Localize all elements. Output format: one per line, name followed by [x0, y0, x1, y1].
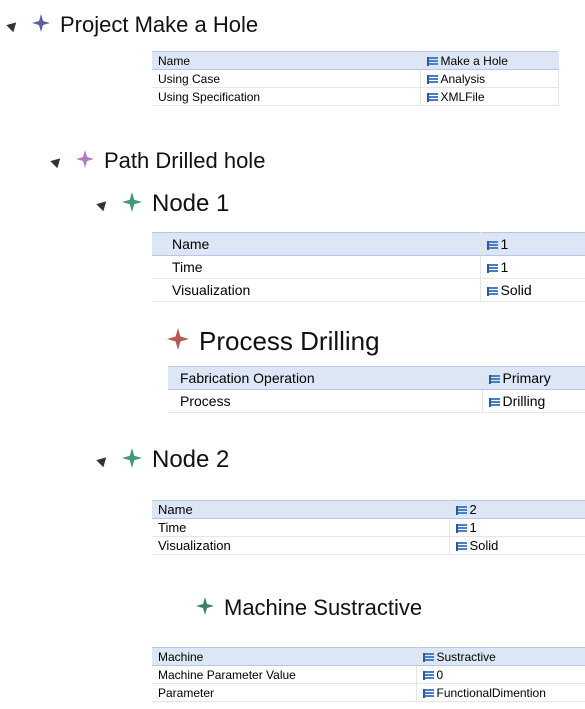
collapse-triangle-icon[interactable] — [50, 154, 64, 168]
property-value[interactable]: 0 — [416, 665, 585, 684]
value-icon — [486, 287, 498, 296]
table-row[interactable]: Process Drilling — [168, 389, 585, 413]
property-name: Visualization — [152, 278, 481, 302]
value-icon — [486, 264, 498, 273]
property-name: Machine Parameter Value — [152, 665, 417, 684]
property-value-text: 1 — [469, 520, 477, 535]
path-title: Path Drilled hole — [104, 148, 266, 173]
property-value[interactable]: XMLFile — [420, 87, 559, 106]
property-value[interactable]: 1 — [449, 518, 585, 537]
process-title: Process Drilling — [199, 326, 380, 356]
property-name: Parameter — [152, 683, 417, 702]
machine-properties-table: Machine Sustractive Machine Parameter Va… — [152, 647, 585, 702]
property-value[interactable]: 1 — [480, 255, 585, 279]
process-node[interactable]: Process Drilling — [167, 326, 380, 357]
value-icon — [486, 241, 498, 250]
table-row[interactable]: Parameter FunctionalDimention — [152, 683, 585, 702]
property-name: Machine — [152, 647, 417, 666]
table-row[interactable]: Using Specification XMLFile — [152, 87, 559, 106]
node-star-icon — [122, 447, 142, 473]
property-value-text: Drilling — [502, 393, 546, 409]
collapse-triangle-icon[interactable] — [96, 453, 110, 467]
property-value-text: FunctionalDimention — [436, 685, 546, 700]
value-icon — [455, 506, 467, 515]
collapse-triangle-icon[interactable] — [6, 18, 20, 32]
table-row[interactable]: Name Make a Hole — [152, 51, 559, 70]
property-value-text: Sustractive — [436, 649, 496, 664]
property-name: Visualization — [152, 536, 450, 555]
node-star-icon — [122, 191, 142, 217]
table-row[interactable]: Using Case Analysis — [152, 69, 559, 88]
table-row[interactable]: Time 1 — [152, 518, 585, 537]
property-value[interactable]: 1 — [480, 232, 585, 256]
node2-node[interactable]: Node 2 — [96, 446, 230, 474]
property-value-text: 1 — [500, 236, 509, 252]
property-value-text: Make a Hole — [440, 53, 508, 68]
value-icon — [422, 652, 434, 662]
table-row[interactable]: Machine Parameter Value 0 — [152, 665, 585, 684]
node1-node[interactable]: Node 1 — [96, 190, 230, 218]
table-row[interactable]: Fabrication Operation Primary — [168, 366, 585, 390]
property-value-text: XMLFile — [440, 89, 485, 104]
project-star-icon — [32, 13, 50, 37]
machine-star-icon — [196, 596, 214, 620]
property-name: Time — [152, 518, 450, 537]
value-icon — [455, 524, 467, 533]
process-star-icon — [167, 328, 189, 355]
property-name: Name — [152, 51, 421, 70]
project-title: Project Make a Hole — [60, 12, 259, 37]
property-value[interactable]: Primary — [482, 366, 585, 390]
property-name: Time — [152, 255, 481, 279]
table-row[interactable]: Visualization Solid — [152, 536, 585, 555]
property-name: Name — [152, 500, 450, 519]
property-name: Name — [152, 232, 481, 256]
project-node[interactable]: Project Make a Hole — [6, 12, 259, 38]
table-row[interactable]: Machine Sustractive — [152, 647, 585, 666]
property-value[interactable]: FunctionalDimention — [416, 683, 585, 702]
property-value[interactable]: Solid — [449, 536, 585, 555]
property-value[interactable]: Sustractive — [416, 647, 585, 666]
collapse-triangle-icon[interactable] — [96, 197, 110, 211]
property-value[interactable]: Drilling — [482, 389, 585, 413]
machine-node[interactable]: Machine Sustractive — [196, 595, 422, 621]
property-value-text: Solid — [500, 282, 532, 298]
property-value-text: Analysis — [440, 71, 486, 86]
path-star-icon — [76, 149, 94, 173]
machine-title: Machine Sustractive — [224, 595, 423, 620]
project-properties-table: Name Make a Hole Using Case Analysis Usi… — [152, 51, 559, 106]
table-row[interactable]: Time 1 — [152, 255, 585, 279]
value-icon — [488, 398, 500, 407]
property-value-text: 1 — [500, 259, 509, 275]
property-value[interactable]: Analysis — [420, 69, 559, 88]
value-icon — [426, 56, 438, 66]
property-value-text: Solid — [469, 538, 499, 553]
path-node[interactable]: Path Drilled hole — [50, 148, 266, 174]
process-properties-table: Fabrication Operation Primary Process Dr… — [168, 366, 585, 413]
property-name: Using Case — [152, 69, 421, 88]
value-icon — [455, 542, 467, 551]
node1-properties-table: Name 1 Time 1 Visualization Solid — [152, 232, 585, 302]
value-icon — [426, 74, 438, 84]
property-value[interactable]: 2 — [449, 500, 585, 519]
property-value-text: 0 — [436, 667, 444, 682]
node2-properties-table: Name 2 Time 1 Visualization Solid — [152, 500, 585, 555]
property-name: Using Specification — [152, 87, 421, 106]
node2-title: Node 2 — [152, 446, 230, 473]
table-row[interactable]: Name 2 — [152, 500, 585, 519]
property-value-text: Primary — [502, 370, 551, 386]
property-value-text: 2 — [469, 502, 477, 517]
value-icon — [426, 92, 438, 102]
property-name: Fabrication Operation — [168, 366, 483, 390]
node1-title: Node 1 — [152, 190, 230, 217]
value-icon — [422, 670, 434, 680]
value-icon — [422, 688, 434, 698]
table-row[interactable]: Name 1 — [152, 232, 585, 256]
value-icon — [488, 375, 500, 384]
property-name: Process — [168, 389, 483, 413]
table-row[interactable]: Visualization Solid — [152, 278, 585, 302]
property-value[interactable]: Make a Hole — [420, 51, 559, 70]
property-value[interactable]: Solid — [480, 278, 585, 302]
